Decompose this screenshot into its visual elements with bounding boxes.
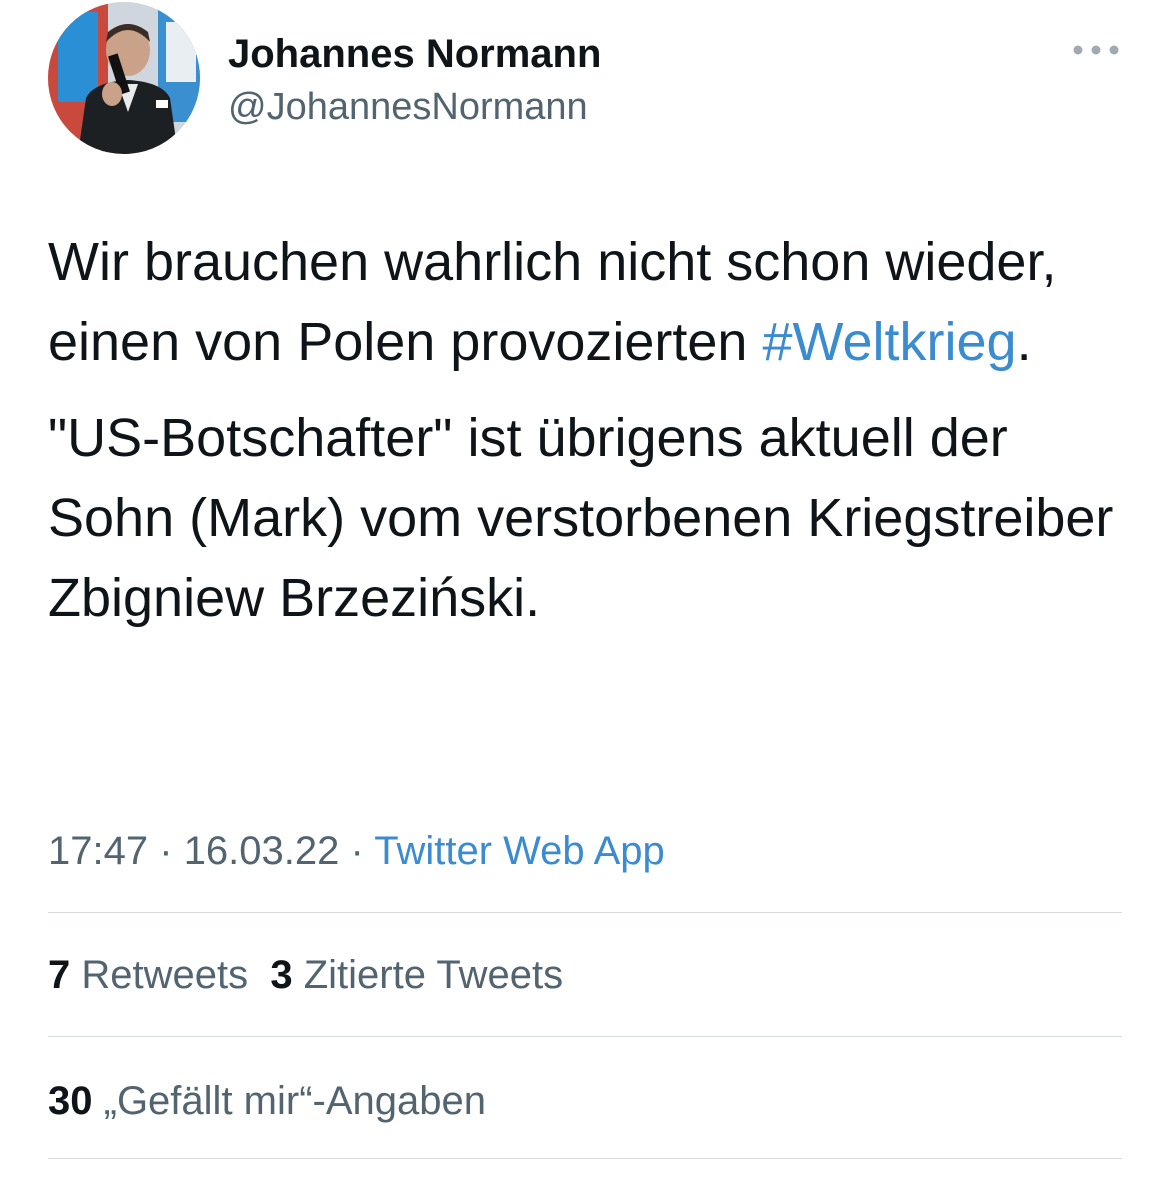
divider: [48, 1036, 1122, 1037]
author-display-name[interactable]: Johannes Normann: [228, 30, 601, 78]
tweet-paragraph: Wir brauchen wahrlich nicht schon wieder…: [48, 222, 1138, 382]
tweet-text-punctuation: .: [1016, 312, 1032, 372]
hashtag-link[interactable]: #Weltkrieg: [762, 312, 1016, 372]
more-horizontal-icon[interactable]: [1068, 38, 1124, 62]
tweet-text: Wir brauchen wahrlich nicht schon wieder…: [48, 222, 1138, 638]
tweet-meta: 17:47 · 16.03.22 · Twitter Web App: [48, 826, 665, 876]
likes-label: „Gefällt mir“-Angaben: [103, 1079, 486, 1123]
quote-tweets-stat[interactable]: 3 Zitierte Tweets: [270, 953, 563, 997]
retweets-stat[interactable]: 7 Retweets: [48, 953, 248, 997]
retweets-label: Retweets: [81, 953, 249, 997]
divider: [48, 912, 1122, 913]
quote-tweets-label: Zitierte Tweets: [303, 953, 564, 997]
author-handle[interactable]: @JohannesNormann: [228, 84, 588, 130]
likes-stats-row: 30 „Gefällt mir“-Angaben: [48, 1076, 486, 1126]
engagement-stats-row: 7 Retweets 3 Zitierte Tweets: [48, 950, 563, 1000]
tweet-date[interactable]: 16.03.22: [184, 829, 340, 873]
retweets-count: 7: [48, 953, 71, 997]
tweet-source-link[interactable]: Twitter Web App: [374, 829, 665, 873]
quote-tweets-count: 3: [270, 953, 293, 997]
meta-separator: ·: [350, 829, 364, 873]
likes-count: 30: [48, 1079, 93, 1123]
meta-separator: ·: [159, 829, 173, 873]
likes-stat[interactable]: 30 „Gefällt mir“-Angaben: [48, 1079, 486, 1123]
tweet-paragraph: "US-Botschafter" ist übrigens aktuell de…: [48, 398, 1138, 638]
divider: [48, 1158, 1122, 1159]
tweet-text-part: "US-Botschafter" ist übrigens aktuell de…: [48, 408, 1114, 628]
profile-photo-icon: [48, 2, 200, 154]
avatar[interactable]: [48, 2, 200, 154]
tweet-time[interactable]: 17:47: [48, 829, 148, 873]
